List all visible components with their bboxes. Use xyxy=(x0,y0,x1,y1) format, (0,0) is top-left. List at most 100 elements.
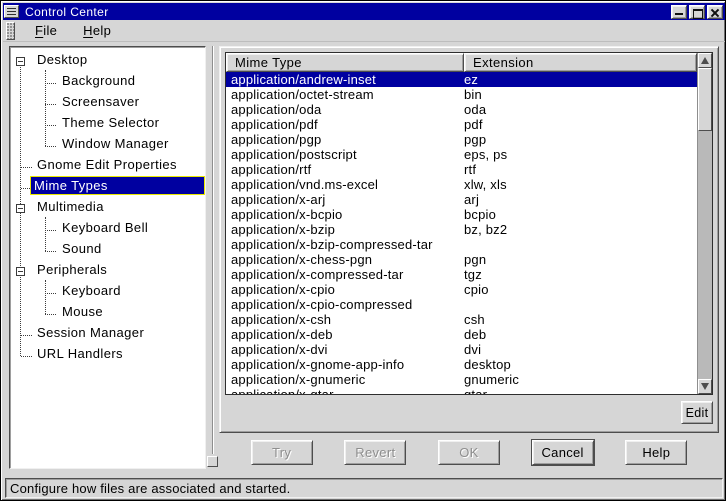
sidebar-item-gnome-edit-properties[interactable]: Gnome Edit Properties xyxy=(10,154,205,175)
scroll-up-icon[interactable] xyxy=(698,53,712,68)
extension-cell xyxy=(464,297,697,312)
sidebar-item-label: Mouse xyxy=(59,303,106,320)
mime-type-cell: application/x-compressed-tar xyxy=(226,267,464,282)
table-row[interactable]: application/x-bzip-compressed-tar xyxy=(226,237,697,252)
maximize-button[interactable] xyxy=(689,5,705,19)
sidebar-item-keyboard-bell[interactable]: Keyboard Bell xyxy=(10,217,205,238)
ok-button[interactable]: OK xyxy=(438,440,500,465)
table-row[interactable]: application/oda oda xyxy=(226,102,697,117)
table-row[interactable]: application/x-deb deb xyxy=(226,327,697,342)
mime-type-cell: application/x-gtar xyxy=(226,387,464,394)
menu-drag-handle[interactable] xyxy=(6,22,15,40)
table-row[interactable]: application/x-gnome-app-info desktop xyxy=(226,357,697,372)
sidebar-item-label: Sound xyxy=(59,240,105,257)
table-row[interactable]: application/x-dvi dvi xyxy=(226,342,697,357)
sidebar-item-theme-selector[interactable]: Theme Selector xyxy=(10,112,205,133)
mime-type-cell: application/x-chess-pgn xyxy=(226,252,464,267)
extension-cell xyxy=(464,237,697,252)
expander-minus-icon[interactable] xyxy=(16,204,25,213)
table-scrollbar[interactable] xyxy=(697,53,712,394)
sidebar-item-url-handlers[interactable]: URL Handlers xyxy=(10,343,205,364)
mime-type-cell: application/pdf xyxy=(226,117,464,132)
sidebar-item-label: URL Handlers xyxy=(34,345,126,362)
table-row[interactable]: application/x-bcpio bcpio xyxy=(226,207,697,222)
sidebar-item-label: Gnome Edit Properties xyxy=(34,156,180,173)
expander-minus-icon[interactable] xyxy=(16,57,25,66)
table-row[interactable]: application/postscript eps, ps xyxy=(226,147,697,162)
minimize-button[interactable] xyxy=(671,5,687,19)
table-row[interactable]: application/x-gnumeric gnumeric xyxy=(226,372,697,387)
mime-type-cell: application/x-bcpio xyxy=(226,207,464,222)
sidebar-item-desktop[interactable]: Desktop xyxy=(10,49,205,70)
help-button[interactable]: Help xyxy=(625,440,687,465)
table-row[interactable]: application/x-bzip bz, bz2 xyxy=(226,222,697,237)
mime-type-cell: application/x-deb xyxy=(226,327,464,342)
paned-separator[interactable] xyxy=(207,46,219,469)
tree-line xyxy=(45,314,56,315)
table-row[interactable]: application/x-arj arj xyxy=(226,192,697,207)
cancel-button[interactable]: Cancel xyxy=(532,440,594,465)
close-button[interactable] xyxy=(707,5,723,19)
sidebar-item-label: Background xyxy=(59,72,138,89)
sidebar-item-label: Multimedia xyxy=(34,198,107,215)
extension-cell: bz, bz2 xyxy=(464,222,697,237)
table-row[interactable]: application/x-cpio-compressed xyxy=(226,297,697,312)
sidebar-item-label: Session Manager xyxy=(34,324,147,341)
tree-line xyxy=(45,146,56,147)
table-row[interactable]: application/x-chess-pgn pgn xyxy=(226,252,697,267)
down-arrow-icon xyxy=(701,383,709,390)
menu-help[interactable]: Help xyxy=(73,21,121,40)
sidebar-item-peripherals[interactable]: Peripherals xyxy=(10,259,205,280)
sidebar-item-mouse[interactable]: Mouse xyxy=(10,301,205,322)
mime-type-cell: application/pgp xyxy=(226,132,464,147)
table-row[interactable]: application/x-compressed-tar tgz xyxy=(226,267,697,282)
column-header-mime-type[interactable]: Mime Type xyxy=(226,53,464,72)
table-row[interactable]: application/x-gtar gtar xyxy=(226,387,697,394)
menu-file[interactable]: File xyxy=(25,21,67,40)
table-row[interactable]: application/x-cpio cpio xyxy=(226,282,697,297)
mime-type-cell: application/x-arj xyxy=(226,192,464,207)
sidebar-item-mime-types[interactable]: Mime Types xyxy=(10,175,205,196)
paned-handle[interactable] xyxy=(207,456,218,467)
table-row[interactable]: application/pdf pdf xyxy=(226,117,697,132)
sidebar-item-screensaver[interactable]: Screensaver xyxy=(10,91,205,112)
window-controls xyxy=(671,5,723,19)
extension-cell: pgn xyxy=(464,252,697,267)
table-row[interactable]: application/andrew-inset ez xyxy=(226,72,697,87)
scroll-down-icon[interactable] xyxy=(698,379,712,394)
control-center-window: Control Center File Help Desktop xyxy=(0,0,726,501)
sidebar-item-sound[interactable]: Sound xyxy=(10,238,205,259)
titlebar[interactable]: Control Center xyxy=(3,3,725,20)
sidebar-item-multimedia[interactable]: Multimedia xyxy=(10,196,205,217)
extension-cell: gtar xyxy=(464,387,697,394)
sidebar-item-label: Window Manager xyxy=(59,135,172,152)
tree-line xyxy=(45,104,56,105)
window-menu-icon[interactable] xyxy=(4,5,19,18)
try-button[interactable]: Try xyxy=(251,440,313,465)
up-arrow-icon xyxy=(701,57,709,64)
table-row[interactable]: application/pgp pgp xyxy=(226,132,697,147)
mime-type-cell: application/octet-stream xyxy=(226,87,464,102)
sidebar-item-label: Theme Selector xyxy=(59,114,162,131)
table-row[interactable]: application/rtf rtf xyxy=(226,162,697,177)
mime-type-cell: application/x-cpio xyxy=(226,282,464,297)
sidebar-item-keyboard[interactable]: Keyboard xyxy=(10,280,205,301)
sidebar-item-window-manager[interactable]: Window Manager xyxy=(10,133,205,154)
sidebar-item-session-manager[interactable]: Session Manager xyxy=(10,322,205,343)
column-header-extension[interactable]: Extension xyxy=(464,53,697,72)
tree-line xyxy=(45,230,56,231)
expander-minus-icon[interactable] xyxy=(16,267,25,276)
table-row[interactable]: application/octet-stream bin xyxy=(226,87,697,102)
scrollbar-thumb[interactable] xyxy=(698,68,712,131)
sidebar-item-background[interactable]: Background xyxy=(10,70,205,91)
mime-type-cell: application/andrew-inset xyxy=(226,72,464,87)
revert-button[interactable]: Revert xyxy=(344,440,406,465)
table-row[interactable]: application/vnd.ms-excel xlw, xls xyxy=(226,177,697,192)
mime-type-cell: application/oda xyxy=(226,102,464,117)
sidebar-item-label: Keyboard Bell xyxy=(59,219,151,236)
extension-cell: deb xyxy=(464,327,697,342)
mime-type-cell: application/x-cpio-compressed xyxy=(226,297,464,312)
table-row[interactable]: application/x-csh csh xyxy=(226,312,697,327)
tree-line xyxy=(21,356,32,357)
edit-button[interactable]: Edit xyxy=(681,401,713,424)
